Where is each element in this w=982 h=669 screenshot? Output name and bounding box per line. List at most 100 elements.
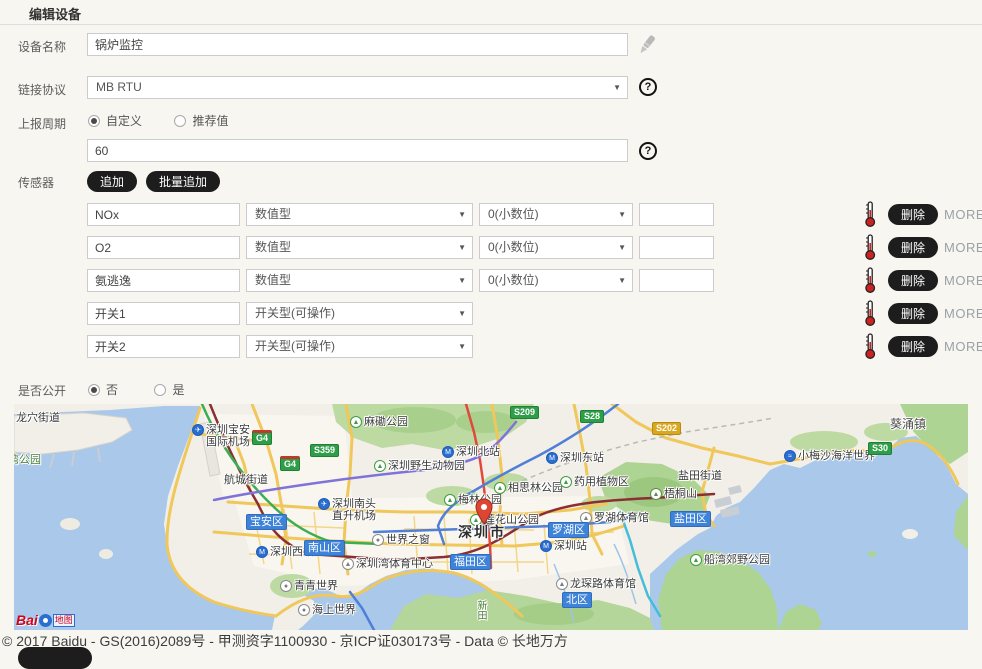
delete-sensor-button[interactable]: 删除 (888, 336, 938, 357)
map-label: 葵涌镇 (890, 418, 926, 430)
chevron-down-icon: ▼ (458, 204, 466, 226)
report-period-radio-recommended[interactable] (174, 115, 186, 127)
sensor-type-value: 数值型 (255, 240, 291, 254)
road-badge: S359 (310, 444, 339, 457)
road-badge: S209 (510, 406, 539, 419)
metro-icon: M (442, 446, 454, 458)
sensor-type-select[interactable]: 数值型 ▼ (246, 269, 473, 292)
map-label: ▲相思林公园 (494, 482, 563, 494)
chevron-down-icon: ▼ (458, 270, 466, 292)
sensor-name-input[interactable] (87, 269, 240, 292)
map-label-text: 深圳宝安国际机场 (206, 424, 250, 448)
divider (0, 24, 982, 25)
more-link[interactable]: MORE (944, 306, 982, 321)
map-label-text: 罗湖体育馆 (594, 512, 649, 524)
map-label-text: 新田 (474, 600, 486, 620)
report-period-help-icon[interactable]: ? (639, 142, 657, 160)
add-sensor-button[interactable]: 追加 (87, 171, 137, 192)
sensor-row: 数值型 ▼ 0(小数位)▼ 删除 MORE (0, 269, 982, 292)
aquarium-icon: ≈ (784, 450, 796, 462)
sensor-row: 开关型(可操作)▼ 删除 MORE (0, 335, 982, 358)
park-icon: ▲ (444, 494, 456, 506)
save-button[interactable] (18, 647, 92, 669)
sensor-name-input[interactable] (87, 335, 240, 358)
report-period-radio-custom[interactable] (88, 115, 100, 127)
is-public-option-no: 否 (106, 383, 118, 397)
map-label-text: 龙琛路体育馆 (570, 578, 636, 590)
map-label: ▲深圳湾体育中心 (342, 558, 433, 570)
map-label-text: 航城街道 (224, 474, 268, 486)
sensor-type-value: 数值型 (255, 273, 291, 287)
map-label: ✈深圳宝安国际机场 (192, 424, 250, 448)
edit-pencil-icon[interactable] (636, 33, 656, 66)
sensor-row: 数值型 ▼ 0(小数位)▼ 删除 MORE (0, 236, 982, 259)
map-label-text: 小梅沙海洋世界 (798, 450, 875, 462)
airport-icon: ✈ (318, 498, 330, 510)
page-title: 编辑设备 (29, 4, 81, 23)
report-period-label: 上报周期 (18, 115, 66, 132)
sensor-extra-input[interactable] (639, 269, 714, 292)
sensor-decimal-select[interactable]: 0(小数位)▼ (479, 269, 633, 292)
map-marker-pin[interactable] (470, 494, 498, 533)
chevron-down-icon: ▼ (618, 204, 626, 226)
park-icon: ▲ (560, 476, 572, 488)
protocol-help-icon[interactable]: ? (639, 78, 657, 96)
sensor-decimal-select[interactable]: 0(小数位) ▼ (479, 203, 633, 226)
map-label: ▲罗湖体育馆 (580, 512, 649, 524)
batch-add-sensor-button[interactable]: 批量追加 (146, 171, 220, 192)
sensor-type-select[interactable]: 数值型 ▼ (246, 203, 473, 226)
device-name-input[interactable] (87, 33, 628, 56)
sensors-label: 传感器 (18, 174, 54, 191)
map-label-text: 麻磡公园 (364, 416, 408, 428)
is-public-radio-no[interactable] (88, 384, 100, 396)
stadium-icon: ▲ (342, 558, 354, 570)
baidu-logo[interactable]: Bai地图 (16, 612, 75, 628)
map-label-text: 深圳南头直升机场 (332, 498, 376, 522)
delete-sensor-button[interactable]: 删除 (888, 270, 938, 291)
map-label: ▲船湾郊野公园 (690, 554, 770, 566)
more-link[interactable]: MORE (944, 339, 982, 354)
map-label: 新田 (474, 600, 486, 620)
poi-icon: ● (298, 604, 310, 616)
more-link[interactable]: MORE (944, 207, 982, 222)
poi-icon: ● (280, 580, 292, 592)
sensor-name-input[interactable] (87, 236, 240, 259)
thermometer-icon (863, 201, 876, 233)
sensor-extra-input[interactable] (639, 203, 714, 226)
park-icon: ▲ (690, 554, 702, 566)
sensor-decimal-value: 0(小数位) (488, 207, 539, 221)
sensor-type-value: 数值型 (255, 207, 291, 221)
map-label: ▲药用植物区 (560, 476, 629, 488)
map-label-text: 药用植物区 (574, 476, 629, 488)
park-icon: ▲ (350, 416, 362, 428)
road-badge: S28 (580, 410, 604, 423)
more-link[interactable]: MORE (944, 240, 982, 255)
protocol-select[interactable]: MB RTU ▼ (87, 76, 628, 99)
map-label: ▲深圳野生动物园 (374, 460, 465, 472)
chevron-down-icon: ▼ (458, 303, 466, 325)
sensor-type-value: 开关型(可操作) (255, 339, 335, 353)
delete-sensor-button[interactable]: 删除 (888, 303, 938, 324)
map-label-text: 世界之窗 (386, 534, 430, 546)
sensor-type-select[interactable]: 开关型(可操作)▼ (246, 335, 473, 358)
park-icon: ▲ (374, 460, 386, 472)
device-name-label: 设备名称 (18, 38, 66, 55)
is-public-radio-yes[interactable] (154, 384, 166, 396)
report-period-input[interactable] (87, 139, 628, 162)
delete-sensor-button[interactable]: 删除 (888, 237, 938, 258)
sensor-name-input[interactable] (87, 302, 240, 325)
map-label: 航城街道 (224, 474, 268, 486)
map-label: ●世界之窗 (372, 534, 430, 546)
chevron-down-icon: ▼ (458, 237, 466, 259)
baidu-map[interactable]: 龙穴街道湾公园✈深圳宝安国际机场航城街道▲麻磡公园M深圳北站▲深圳野生动物园▲梅… (14, 404, 968, 630)
sensor-type-select[interactable]: 开关型(可操作)▼ (246, 302, 473, 325)
mountain-icon: ▲ (650, 488, 662, 500)
map-label: ▲龙琛路体育馆 (556, 578, 636, 590)
more-link[interactable]: MORE (944, 273, 982, 288)
sensor-type-select[interactable]: 数值型 ▼ (246, 236, 473, 259)
sensor-extra-input[interactable] (639, 236, 714, 259)
district-badge: 宝安区 (246, 514, 287, 530)
delete-sensor-button[interactable]: 删除 (888, 204, 938, 225)
sensor-decimal-select[interactable]: 0(小数位)▼ (479, 236, 633, 259)
sensor-name-input[interactable] (87, 203, 240, 226)
